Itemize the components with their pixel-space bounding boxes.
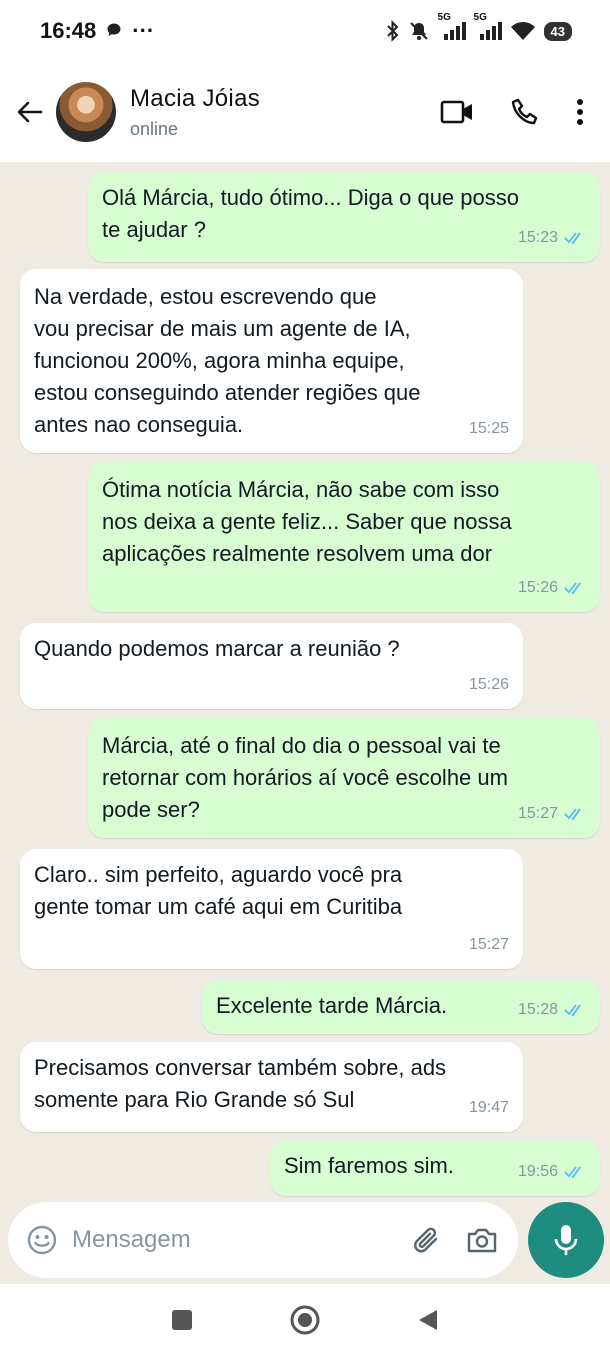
network-type-1: 5G <box>437 12 451 23</box>
header-actions <box>440 97 584 127</box>
message-time: 19:47 <box>468 1099 509 1116</box>
message-time: 15:26 <box>468 676 509 693</box>
network-type-2: 5G <box>473 12 487 23</box>
double-check-icon <box>564 232 581 245</box>
recents-button[interactable] <box>171 1309 193 1331</box>
signal-1-icon: 5G <box>438 12 466 42</box>
message-bubble-incoming[interactable]: Precisamos conversar também sobre, ads s… <box>20 1042 523 1132</box>
message-time: 15:26 <box>517 579 558 596</box>
double-check-icon <box>564 1166 581 1179</box>
more-options-button[interactable] <box>576 98 584 126</box>
message-bubble-outgoing[interactable]: Sim faremos sim. 19:56 <box>270 1140 600 1196</box>
double-check-icon <box>564 1004 581 1017</box>
system-nav-bar <box>0 1284 610 1356</box>
battery-indicator: 43 <box>543 21 572 41</box>
message-text: Claro.. sim perfeito, aguardo você pra g… <box>34 862 403 919</box>
mute-icon <box>408 20 430 42</box>
status-bar: 16:48 ··· 5G 5G 43 <box>0 0 610 62</box>
bluetooth-icon <box>386 20 400 42</box>
message-bubble-incoming[interactable]: Na verdade, estou escrevendo que vou pre… <box>20 269 523 453</box>
home-button[interactable] <box>289 1304 321 1336</box>
more-vertical-icon <box>577 99 583 125</box>
triangle-back-icon <box>419 1310 437 1330</box>
message-meta: 19:47 <box>469 1092 509 1124</box>
square-icon <box>172 1310 192 1330</box>
message-text: Olá Márcia, tudo ótimo... Diga o que pos… <box>102 185 519 242</box>
arrow-left-icon <box>17 101 43 123</box>
message-bubble-outgoing[interactable]: Ótima notícia Márcia, não sabe com isso … <box>88 462 600 612</box>
message-text: Quando podemos marcar a reunião ? <box>34 636 400 661</box>
status-more-dots: ··· <box>132 18 155 43</box>
status-time: 16:48 <box>40 18 97 43</box>
message-meta: 15:27 <box>518 798 586 830</box>
message-time: 15:25 <box>468 420 509 437</box>
message-text: Precisamos conversar também sobre, ads s… <box>34 1055 447 1112</box>
message-meta: 15:28 <box>518 994 586 1026</box>
paperclip-icon <box>414 1227 438 1253</box>
signal-2-icon: 5G <box>474 12 502 42</box>
message-meta: 15:27 <box>469 929 509 961</box>
contact-name: Macia Jóias <box>130 84 261 112</box>
message-text: Na verdade, estou escrevendo que vou pre… <box>34 284 421 437</box>
composer: Mensagem <box>0 1202 610 1282</box>
chat-bubble-status-icon <box>106 18 122 44</box>
camera-icon <box>467 1228 497 1253</box>
voice-message-button[interactable] <box>528 1202 604 1278</box>
double-check-icon <box>564 582 581 595</box>
message-meta: 15:25 <box>469 413 509 445</box>
wifi-icon <box>510 20 536 42</box>
camera-button[interactable] <box>466 1225 498 1255</box>
contact-info[interactable]: Macia Jóias online <box>130 85 440 140</box>
double-check-icon <box>564 808 581 821</box>
message-text: Márcia, até o final do dia o pessoal vai… <box>102 733 508 822</box>
voice-call-button[interactable] <box>510 97 540 127</box>
status-right: 5G 5G 43 <box>386 12 572 42</box>
message-time: 15:23 <box>517 229 558 246</box>
contact-avatar[interactable] <box>56 82 116 142</box>
emoji-button[interactable] <box>26 1224 58 1256</box>
circle-home-icon <box>290 1305 320 1335</box>
emoji-icon <box>27 1225 57 1255</box>
message-meta: 15:26 <box>518 572 586 604</box>
attach-button[interactable] <box>410 1224 442 1256</box>
video-camera-icon <box>440 100 472 124</box>
message-meta: 19:56 <box>518 1156 586 1188</box>
contact-status: online <box>130 118 179 139</box>
message-meta: 15:26 <box>469 669 509 701</box>
message-bubble-incoming[interactable]: Quando podemos marcar a reunião ? 15:26 <box>20 623 523 709</box>
message-text: Ótima notícia Márcia, não sabe com isso … <box>102 477 512 566</box>
nav-back-button[interactable] <box>417 1308 439 1332</box>
message-input[interactable]: Mensagem <box>72 1226 410 1254</box>
back-button[interactable] <box>4 86 56 138</box>
microphone-icon <box>554 1225 578 1255</box>
message-bubble-incoming[interactable]: Claro.. sim perfeito, aguardo você pra g… <box>20 849 523 969</box>
message-bubble-outgoing[interactable]: Márcia, até o final do dia o pessoal vai… <box>88 718 600 838</box>
video-call-button[interactable] <box>440 99 474 125</box>
message-bubble-outgoing[interactable]: Excelente tarde Márcia. 15:28 <box>202 980 600 1034</box>
chat-area[interactable]: Olá Márcia, tudo ótimo... Diga o que pos… <box>0 162 610 1202</box>
message-time: 19:56 <box>517 1163 558 1180</box>
status-left: 16:48 ··· <box>40 18 154 44</box>
message-time: 15:28 <box>517 1001 558 1018</box>
message-bubble-outgoing[interactable]: Olá Márcia, tudo ótimo... Diga o que pos… <box>88 172 600 262</box>
phone-icon <box>511 98 538 125</box>
chat-header: Macia Jóias online <box>0 62 610 162</box>
message-time: 15:27 <box>468 936 509 953</box>
message-meta: 15:23 <box>518 222 586 254</box>
message-input-box[interactable]: Mensagem <box>8 1202 518 1278</box>
message-time: 15:27 <box>517 805 558 822</box>
